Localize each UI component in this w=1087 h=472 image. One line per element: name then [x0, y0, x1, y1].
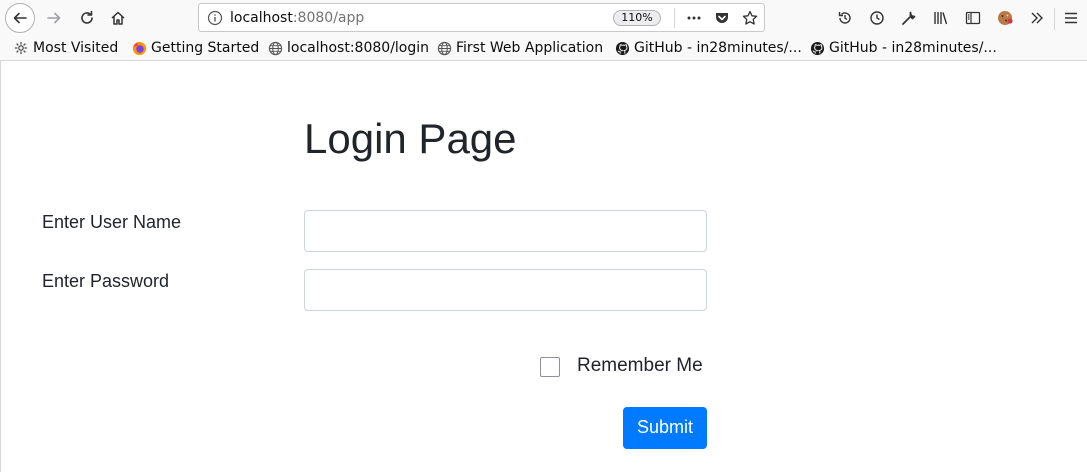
password-label: Enter Password — [42, 271, 170, 291]
github-icon — [809, 40, 825, 56]
bookmark-label: Getting Started — [151, 40, 260, 56]
bookmark-label: GitHub - in28minutes/... — [829, 40, 997, 56]
history-icon[interactable] — [835, 8, 855, 28]
toolbar-divider — [1054, 8, 1055, 30]
bookmark-label: First Web Application — [456, 40, 604, 56]
bookmark-github-1[interactable]: GitHub - in28minutes/... — [614, 39, 802, 57]
url-bar[interactable]: localhost:8080/app 110% — [198, 3, 765, 32]
password-input[interactable] — [304, 269, 707, 311]
pocket-icon[interactable] — [713, 9, 731, 27]
home-icon — [111, 11, 125, 25]
gear-icon — [13, 40, 29, 56]
chevron-double-right-icon[interactable] — [1027, 8, 1047, 28]
username-input[interactable] — [304, 210, 707, 252]
forward-button[interactable] — [40, 4, 68, 32]
back-arrow-icon — [13, 12, 27, 24]
bookmark-github-2[interactable]: GitHub - in28minutes/... — [809, 39, 997, 57]
cookie-icon[interactable] — [995, 8, 1015, 28]
firefox-icon — [131, 40, 147, 56]
star-icon[interactable] — [741, 9, 759, 27]
home-button[interactable] — [104, 4, 132, 32]
remember-me-checkbox[interactable] — [540, 357, 560, 377]
url-host: localhost — [230, 10, 293, 26]
bookmark-first-web-application[interactable]: First Web Application — [436, 39, 603, 57]
clock-icon[interactable] — [867, 8, 887, 28]
bookmark-most-visited[interactable]: Most Visited — [13, 39, 118, 57]
globe-icon — [267, 40, 283, 56]
submit-button[interactable]: Submit — [623, 407, 707, 449]
bookmark-localhost-login[interactable]: localhost:8080/login — [267, 39, 429, 57]
more-horizontal-icon[interactable] — [685, 9, 703, 27]
reload-button[interactable] — [73, 4, 101, 32]
library-icon[interactable] — [931, 8, 951, 28]
bookmarks-bar: Most Visited Getting Started localhost:8… — [0, 36, 1087, 61]
reload-icon — [81, 10, 93, 24]
url-bar-divider — [674, 8, 675, 28]
bookmark-label: localhost:8080/login — [287, 40, 430, 56]
forward-arrow-icon — [47, 12, 61, 24]
url-text[interactable]: localhost:8080/app — [230, 10, 364, 26]
bookmark-label: GitHub - in28minutes/... — [634, 40, 802, 56]
bookmark-getting-started[interactable]: Getting Started — [131, 39, 259, 57]
page-title: Login Page — [304, 115, 517, 162]
hamburger-menu-icon[interactable] — [1061, 8, 1081, 28]
wrench-icon[interactable] — [899, 8, 919, 28]
globe-icon — [436, 40, 452, 56]
bookmark-label: Most Visited — [33, 40, 119, 56]
back-button[interactable] — [5, 3, 35, 33]
page-content: Login Page Enter User Name Enter Passwor… — [0, 61, 1087, 472]
url-path: :8080/app — [292, 10, 365, 26]
github-icon — [614, 40, 630, 56]
site-info-icon[interactable] — [207, 10, 223, 30]
username-label: Enter User Name — [42, 212, 182, 232]
remember-me-label[interactable]: Remember Me — [577, 355, 703, 377]
sidebar-icon[interactable] — [963, 8, 983, 28]
zoom-level-badge[interactable]: 110% — [613, 10, 661, 26]
browser-toolbar: localhost:8080/app 110% — [0, 0, 1087, 36]
